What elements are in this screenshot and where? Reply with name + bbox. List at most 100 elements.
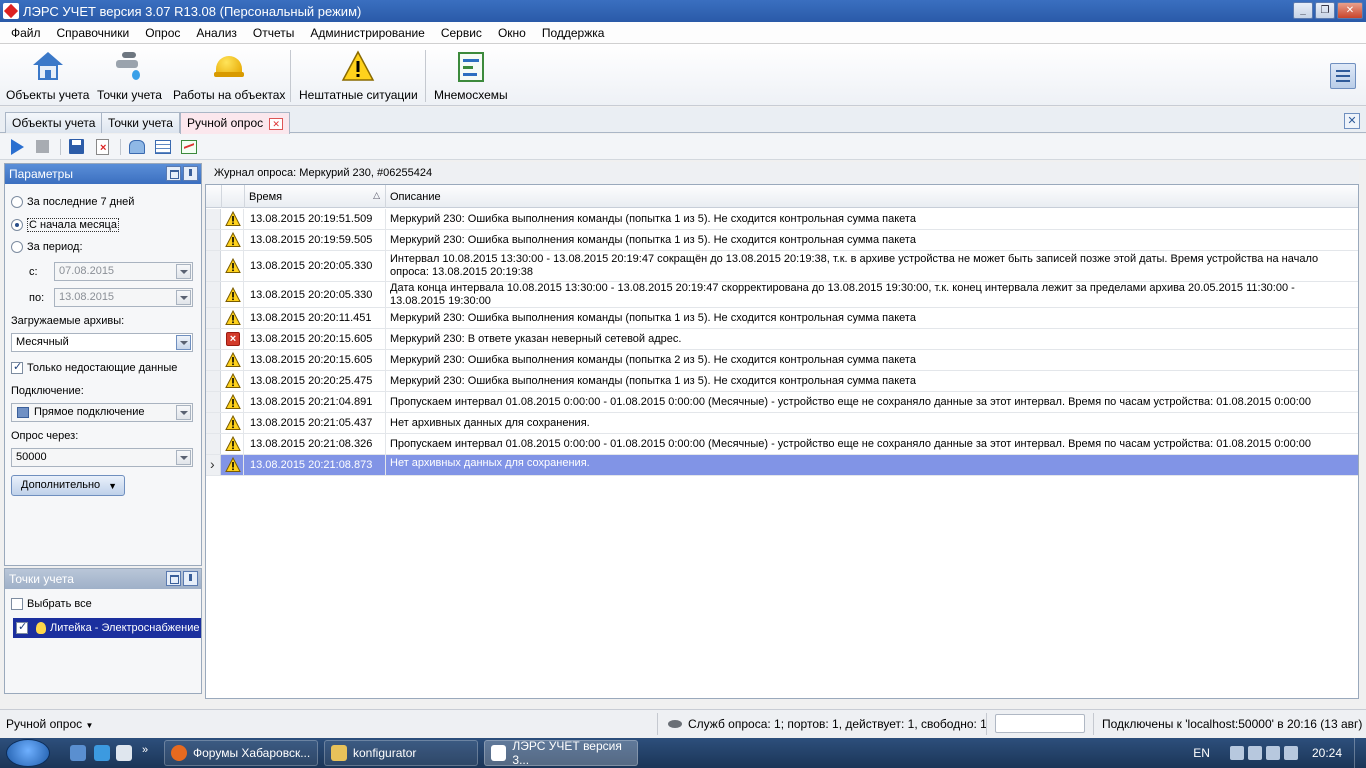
archives-select[interactable]: Месячный xyxy=(11,333,193,352)
row-selector[interactable] xyxy=(206,251,221,281)
table-row[interactable]: 13.08.2015 20:19:59.505 Меркурий 230: Оши… xyxy=(206,230,1358,251)
task-lers[interactable]: ЛЭРС УЧЕТ версия 3... xyxy=(484,739,638,767)
table-icon xyxy=(155,140,171,154)
point-item[interactable]: Литейка - Электроснабжение xyxy=(13,618,201,638)
incidents-button[interactable]: Нештатные ситуации xyxy=(299,48,418,104)
volume-icon[interactable] xyxy=(1265,746,1280,760)
table-row[interactable]: × 13.08.2015 20:20:15.605 Меркурий 230: В … xyxy=(206,329,1358,350)
connection-select[interactable]: Прямое подключение xyxy=(11,403,193,422)
clock[interactable]: 20:24 xyxy=(1312,746,1342,760)
mnemo-button[interactable]: Мнемосхемы xyxy=(434,48,508,104)
ie-quicklaunch-icon[interactable] xyxy=(94,745,110,761)
tray-arrow-icon[interactable] xyxy=(1229,746,1244,760)
language-indicator[interactable]: EN xyxy=(1193,746,1210,760)
row-selector[interactable] xyxy=(206,282,221,307)
close-all-tabs-icon[interactable]: ✕ xyxy=(1344,113,1360,129)
radio-month-start[interactable]: С начала месяца xyxy=(11,218,119,232)
pin-icon[interactable] xyxy=(183,571,198,586)
via-select[interactable]: 50000 xyxy=(11,448,193,467)
row-selector[interactable] xyxy=(206,209,221,229)
table-button[interactable] xyxy=(154,138,172,156)
maximize-button[interactable]: ❐ xyxy=(1315,2,1335,19)
menu-administration[interactable]: Администрирование xyxy=(302,26,432,40)
menu-file[interactable]: Файл xyxy=(3,26,49,40)
menu-support[interactable]: Поддержка xyxy=(534,26,613,40)
chart-button[interactable] xyxy=(180,138,198,156)
menu-references[interactable]: Справочники xyxy=(49,26,138,40)
minimize-button[interactable]: _ xyxy=(1293,2,1313,19)
row-selector[interactable] xyxy=(206,371,221,391)
explorer-quicklaunch-icon[interactable] xyxy=(70,745,86,761)
only-missing-checkbox[interactable]: Только недостающие данные xyxy=(11,360,177,374)
points-button[interactable]: Точки учета xyxy=(97,48,162,104)
from-date-field[interactable]: 07.08.2015 xyxy=(54,262,193,281)
menu-reports[interactable]: Отчеты xyxy=(245,26,302,40)
parameters-title: Параметры xyxy=(9,167,73,181)
chevron-down-icon[interactable] xyxy=(176,405,191,420)
row-selector[interactable] xyxy=(206,308,221,328)
maximize-panel-icon[interactable] xyxy=(166,571,181,586)
start-button[interactable] xyxy=(6,739,50,767)
row-selector[interactable] xyxy=(206,413,221,433)
close-button[interactable]: ✕ xyxy=(1337,2,1363,19)
show-desktop-button[interactable] xyxy=(1354,738,1366,768)
menu-analysis[interactable]: Анализ xyxy=(188,26,245,40)
more-quicklaunch-icon[interactable]: » xyxy=(142,744,148,756)
tab-points[interactable]: Точки учета xyxy=(101,112,180,133)
menu-service[interactable]: Сервис xyxy=(433,26,490,40)
table-row[interactable]: 13.08.2015 20:21:08.326 Пропускаем интерв… xyxy=(206,434,1358,455)
chevron-down-icon[interactable] xyxy=(176,335,191,350)
row-selector[interactable] xyxy=(206,230,221,250)
tab-manual-poll[interactable]: Ручной опрос ✕ xyxy=(180,112,291,134)
select-all-checkbox[interactable]: Выбрать все xyxy=(11,598,92,610)
table-row[interactable]: › 13.08.2015 20:21:08.873 Нет архивных дан… xyxy=(206,455,1358,476)
network-icon[interactable] xyxy=(1247,746,1262,760)
more-options-button[interactable]: Дополнительно ▼ xyxy=(11,475,125,496)
row-selector[interactable] xyxy=(206,392,221,412)
row-selector[interactable]: › xyxy=(206,455,221,475)
stop-poll-button[interactable] xyxy=(34,138,52,156)
calendar-dropdown-icon[interactable] xyxy=(176,290,191,305)
pin-icon[interactable] xyxy=(183,166,198,181)
works-button[interactable]: Работы на объектах xyxy=(173,48,285,104)
save-button[interactable] xyxy=(68,138,86,156)
table-row[interactable]: 13.08.2015 20:21:05.437 Нет архивных данн… xyxy=(206,413,1358,434)
maximize-panel-icon[interactable] xyxy=(166,166,181,181)
radio-period[interactable]: За период: xyxy=(11,241,83,253)
table-row[interactable]: 13.08.2015 20:20:11.451 Меркурий 230: Оши… xyxy=(206,308,1358,329)
poll-toolbar xyxy=(0,134,1366,160)
mnemo-diagram-icon xyxy=(454,50,488,84)
mode-dropdown[interactable]: Ручной опрос ▼ xyxy=(6,717,93,731)
connection-label: Подключение: xyxy=(11,385,84,397)
column-time[interactable]: Время △ xyxy=(245,185,386,208)
tab-manual-poll-label: Ручной опрос xyxy=(187,116,264,130)
flag-icon[interactable] xyxy=(1283,746,1298,760)
calendar-dropdown-icon[interactable] xyxy=(176,264,191,279)
row-selector[interactable] xyxy=(206,350,221,370)
task-folder[interactable]: konfigurator xyxy=(324,740,478,766)
media-quicklaunch-icon[interactable] xyxy=(116,745,132,761)
ribbon-menu-button[interactable] xyxy=(1330,63,1356,89)
delete-data-button[interactable] xyxy=(94,138,112,156)
menu-window[interactable]: Окно xyxy=(490,26,534,40)
table-row[interactable]: 13.08.2015 20:20:05.330 Дата конца интерв… xyxy=(206,282,1358,308)
object-button[interactable] xyxy=(128,138,146,156)
point-item-checkbox[interactable] xyxy=(16,620,28,634)
task-browser[interactable]: Форумы Хабаровск... xyxy=(164,740,318,766)
close-tab-icon[interactable]: ✕ xyxy=(269,117,284,130)
row-selector[interactable] xyxy=(206,434,221,454)
row-selector[interactable] xyxy=(206,329,221,349)
menu-poll[interactable]: Опрос xyxy=(137,26,188,40)
start-poll-button[interactable] xyxy=(8,138,26,156)
radio-last-7-days[interactable]: За последние 7 дней xyxy=(11,196,134,208)
table-row[interactable]: 13.08.2015 20:19:51.509 Меркурий 230: Оши… xyxy=(206,209,1358,230)
chevron-down-icon[interactable] xyxy=(176,450,191,465)
to-date-field[interactable]: 13.08.2015 xyxy=(54,288,193,307)
tab-objects[interactable]: Объекты учета xyxy=(5,112,103,133)
table-row[interactable]: 13.08.2015 20:21:04.891 Пропускаем интерв… xyxy=(206,392,1358,413)
table-row[interactable]: 13.08.2015 20:20:15.605 Меркурий 230: Оши… xyxy=(206,350,1358,371)
table-row[interactable]: 13.08.2015 20:20:05.330 Интервал 10.08.20… xyxy=(206,251,1358,282)
column-description[interactable]: Описание xyxy=(386,185,1358,208)
objects-button[interactable]: Объекты учета xyxy=(6,48,89,104)
table-row[interactable]: 13.08.2015 20:20:25.475 Меркурий 230: Оши… xyxy=(206,371,1358,392)
